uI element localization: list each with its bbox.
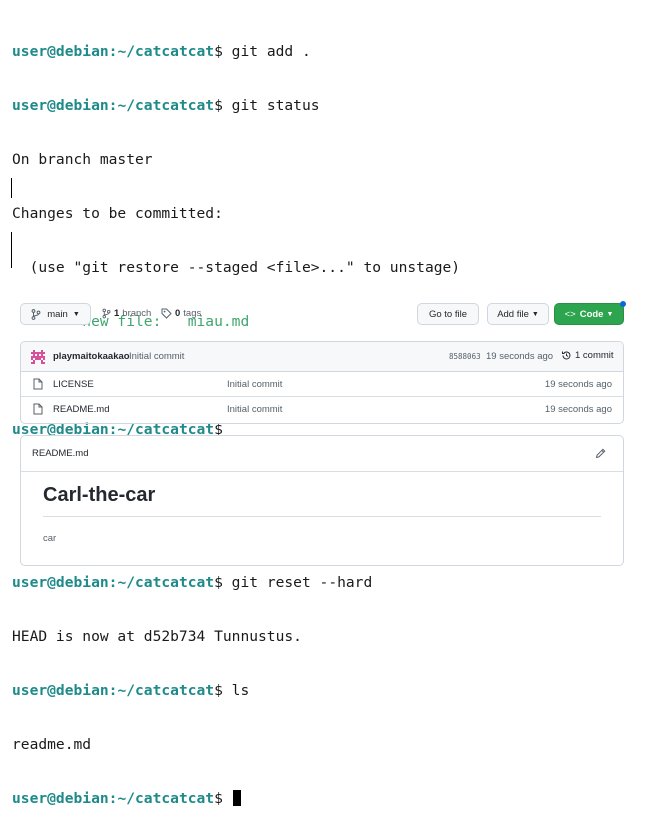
readme-body: car — [43, 533, 57, 544]
branch-select-button[interactable]: main ▼ — [20, 303, 91, 325]
prompt-user-host: user@debian — [12, 43, 109, 60]
prompt-user-host: user@debian — [12, 790, 109, 807]
notification-dot — [620, 301, 626, 307]
git-branch-icon — [31, 308, 41, 320]
code-button[interactable]: <> Code ▼ — [554, 303, 624, 325]
file-row[interactable]: README.md Initial commit 19 seconds ago — [21, 397, 623, 422]
go-to-file-label: Go to file — [428, 308, 468, 320]
latest-commit-row: playmaitokaakao Initial commit 8588063 1… — [21, 342, 623, 372]
file-icon — [33, 403, 43, 415]
prompt-path: :~/catcatcat — [108, 682, 215, 699]
commit-message[interactable]: Initial commit — [129, 351, 184, 362]
file-time: 19 seconds ago — [544, 379, 612, 390]
readme-header: README.md — [21, 436, 623, 472]
readme-filename[interactable]: README.md — [32, 448, 88, 459]
commit-author[interactable]: playmaitokaakao — [53, 351, 130, 362]
branch-count: 1 — [114, 308, 120, 319]
branches-link[interactable]: 1 branch — [102, 308, 151, 319]
output-line: On branch master — [12, 151, 153, 168]
prompt-sign: $ — [214, 43, 223, 60]
output-line: (use "git restore --staged <file>..." to… — [12, 259, 461, 276]
prompt-path: :~/catcatcat — [108, 790, 215, 807]
prompt-user-host: user@debian — [12, 574, 109, 591]
caret-down-icon: ▼ — [531, 310, 539, 318]
command-text: git add . — [222, 43, 311, 60]
git-branch-icon — [102, 308, 111, 319]
prompt-user-host: user@debian — [12, 682, 109, 699]
readme-heading: Carl-the-car — [43, 484, 156, 506]
terminal-line: user@debian:~/catcatcat$ — [12, 790, 460, 808]
prompt-path: :~/catcatcat — [108, 574, 215, 591]
branch-label: branch — [122, 308, 152, 319]
code-brackets-icon: <> — [564, 308, 576, 320]
file-commit-message[interactable]: Initial commit — [227, 404, 282, 415]
code-label: Code — [579, 308, 604, 320]
terminal-line: user@debian:~/catcatcat$ ls — [12, 682, 460, 700]
prompt-sign: $ — [214, 574, 223, 591]
selection-edge — [11, 232, 12, 268]
file-time: 19 seconds ago — [544, 404, 612, 415]
command-text: ls — [222, 682, 250, 699]
tag-count: 0 — [175, 308, 181, 319]
caret-down-icon: ▼ — [72, 310, 80, 318]
branch-select-label: main — [47, 308, 68, 320]
file-name[interactable]: LICENSE — [53, 379, 94, 390]
command-text: git reset --hard — [222, 574, 373, 591]
avatar[interactable] — [31, 350, 45, 364]
file-listing: playmaitokaakao Initial commit 8588063 1… — [20, 341, 624, 424]
commit-history-link[interactable]: 1 commit — [561, 350, 614, 361]
tag-label: tags — [183, 308, 202, 319]
prompt-path: :~/catcatcat — [108, 97, 215, 114]
output-line: Changes to be committed: — [12, 205, 223, 222]
terminal-line: user@debian:~/catcatcat$ git reset --har… — [12, 574, 460, 592]
prompt-user-host: user@debian — [12, 97, 109, 114]
file-name[interactable]: README.md — [53, 404, 109, 415]
terminal-line: user@debian:~/catcatcat$ git status — [12, 97, 460, 115]
commit-hash[interactable]: 8588063 — [449, 352, 481, 361]
prompt-sign: $ — [214, 790, 223, 807]
heading-divider — [43, 516, 601, 517]
file-row[interactable]: LICENSE Initial commit 19 seconds ago — [21, 372, 623, 397]
file-icon — [33, 378, 43, 390]
terminal-cursor — [232, 790, 241, 806]
output-line: readme.md — [12, 736, 92, 753]
commit-count: 1 commit — [575, 350, 614, 361]
pencil-icon[interactable] — [595, 448, 606, 459]
go-to-file-button[interactable]: Go to file — [417, 303, 479, 325]
caret-down-icon: ▼ — [606, 310, 614, 318]
add-file-label: Add file — [497, 308, 529, 320]
prompt-sign: $ — [214, 97, 223, 114]
command-text: git status — [222, 97, 320, 114]
tag-icon — [161, 308, 172, 319]
prompt-path: :~/catcatcat — [108, 43, 215, 60]
prompt-sign: $ — [214, 682, 223, 699]
commit-time: 19 seconds ago — [486, 351, 554, 362]
history-icon — [562, 351, 571, 360]
file-commit-message[interactable]: Initial commit — [227, 379, 282, 390]
tags-link[interactable]: 0 tags — [161, 308, 201, 319]
readme-panel: README.md Carl-the-car car — [20, 435, 624, 566]
add-file-button[interactable]: Add file ▼ — [487, 303, 549, 325]
output-line: HEAD is now at d52b734 Tunnustus. — [12, 628, 302, 645]
terminal-line: user@debian:~/catcatcat$ git add . — [12, 43, 460, 61]
selection-edge — [11, 178, 12, 198]
